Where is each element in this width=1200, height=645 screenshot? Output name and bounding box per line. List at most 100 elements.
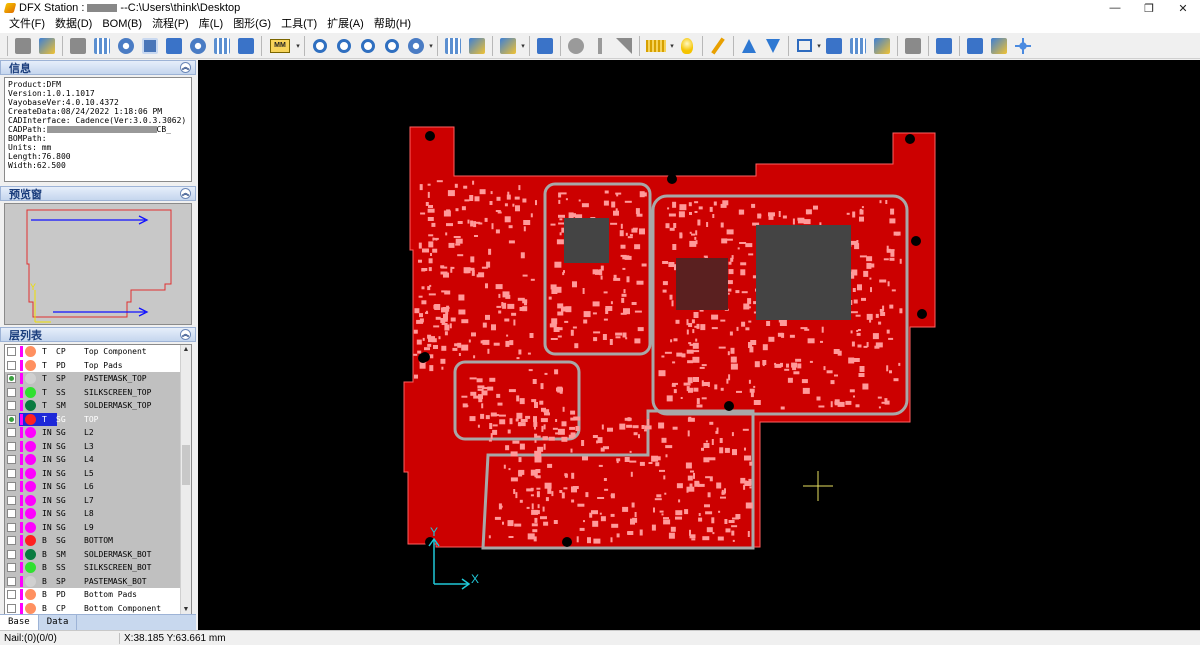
- menu-process[interactable]: 流程(P): [147, 16, 194, 33]
- layer-row[interactable]: B PD Bottom Pads: [5, 588, 181, 602]
- move-up-button[interactable]: [738, 35, 760, 57]
- layer-checkbox[interactable]: [7, 441, 16, 451]
- preview-window[interactable]: Y: [4, 203, 192, 325]
- layer-color-swatch[interactable]: [20, 548, 23, 560]
- table-button[interactable]: [211, 35, 233, 57]
- zoom-out-button[interactable]: [333, 35, 355, 57]
- layer-row[interactable]: B SM SOLDERMASK_BOT: [5, 547, 181, 561]
- wrench-button[interactable]: [902, 35, 924, 57]
- layer-view-button[interactable]: [497, 35, 519, 57]
- layer-checkbox[interactable]: [7, 468, 16, 478]
- part-move-button[interactable]: [823, 35, 845, 57]
- layer-color-swatch[interactable]: [20, 413, 23, 425]
- zoom-in-button[interactable]: [309, 35, 331, 57]
- layer-checkbox[interactable]: [7, 576, 16, 586]
- layer-checkbox[interactable]: [7, 549, 16, 559]
- layer-checkbox[interactable]: [7, 401, 16, 411]
- export-button[interactable]: [235, 35, 257, 57]
- menu-data[interactable]: 数据(D): [50, 16, 97, 33]
- pcb-view[interactable]: Y X: [198, 60, 1200, 630]
- zoom-fit-button[interactable]: [357, 35, 379, 57]
- layer-color-swatch[interactable]: [20, 346, 23, 358]
- layer-visibility-dot[interactable]: [25, 508, 36, 520]
- layers-panel-header[interactable]: 层列表 ︽: [0, 327, 196, 342]
- scroll-thumb[interactable]: [182, 445, 190, 485]
- layer-color-swatch[interactable]: [20, 427, 23, 439]
- menu-file[interactable]: 文件(F): [4, 16, 50, 33]
- crosshair-button[interactable]: [1012, 35, 1034, 57]
- open-file-button[interactable]: [36, 35, 58, 57]
- layer-view-dropdown[interactable]: ▾: [520, 42, 526, 50]
- close-button[interactable]: ✕: [1166, 0, 1200, 16]
- preview-panel-header[interactable]: 预览窗 ︽: [0, 186, 196, 201]
- layer-visibility-dot[interactable]: [25, 454, 36, 466]
- user-button[interactable]: [933, 35, 955, 57]
- unit-mm-button[interactable]: MM: [266, 35, 294, 57]
- layer-checkbox[interactable]: [7, 522, 16, 532]
- layer-checkbox[interactable]: [7, 428, 16, 438]
- layer-row[interactable]: IN SG L7: [5, 493, 181, 507]
- layer-visibility-dot[interactable]: [25, 386, 36, 398]
- info-panel-header[interactable]: 信息 ︽: [0, 60, 196, 75]
- layer-row[interactable]: IN SG L9: [5, 520, 181, 534]
- layer-visibility-dot[interactable]: [25, 359, 36, 371]
- layer-visibility-dot[interactable]: [25, 589, 36, 601]
- part-check-button[interactable]: [847, 35, 869, 57]
- layer-list-scrollbar[interactable]: ▲ ▼: [180, 345, 191, 615]
- corner-button[interactable]: [613, 35, 635, 57]
- layer-row[interactable]: T SM SOLDERMASK_TOP: [5, 399, 181, 413]
- layer-visibility-dot[interactable]: [25, 602, 36, 614]
- highlight-button[interactable]: [676, 35, 698, 57]
- layer-checkbox[interactable]: [7, 387, 16, 397]
- report-button[interactable]: [988, 35, 1010, 57]
- layer-checkbox[interactable]: [7, 360, 16, 370]
- rectangle-dropdown[interactable]: ▾: [816, 42, 822, 50]
- layer-row[interactable]: B CP Bottom Component: [5, 602, 181, 616]
- rotate-dropdown[interactable]: ▾: [428, 42, 434, 50]
- layer-list[interactable]: B CP Bottom Component B PD Bottom Pads B SP PAST…: [4, 344, 192, 616]
- layer-row[interactable]: IN SG L3: [5, 439, 181, 453]
- cube-button[interactable]: [964, 35, 986, 57]
- rotate-button[interactable]: [405, 35, 427, 57]
- layer-color-swatch[interactable]: [20, 521, 23, 533]
- layer-visibility-dot[interactable]: [25, 521, 36, 533]
- layer-color-swatch[interactable]: [20, 508, 23, 520]
- layer-visibility-dot[interactable]: [25, 535, 36, 547]
- layer-row[interactable]: B SS SILKSCREEN_BOT: [5, 561, 181, 575]
- menu-extend[interactable]: 扩展(A): [322, 16, 369, 33]
- circle-button[interactable]: [565, 35, 587, 57]
- layer-row[interactable]: IN SG L6: [5, 480, 181, 494]
- layer-checkbox[interactable]: [7, 590, 16, 600]
- layer-color-swatch[interactable]: [20, 440, 23, 452]
- layer-color-swatch[interactable]: [20, 494, 23, 506]
- layer-row[interactable]: IN SG L2: [5, 426, 181, 440]
- layer-row[interactable]: T PD Top Pads: [5, 359, 181, 373]
- layer-row[interactable]: IN SG L5: [5, 466, 181, 480]
- layer-row[interactable]: IN SG L8: [5, 507, 181, 521]
- layer-checkbox[interactable]: [7, 374, 16, 384]
- layer-row[interactable]: T CP Top Component: [5, 345, 181, 359]
- collapse-icon[interactable]: ︽: [180, 188, 191, 199]
- layer-color-swatch[interactable]: [20, 535, 23, 547]
- layer-color-swatch[interactable]: [20, 602, 23, 614]
- layer-checkbox[interactable]: [7, 495, 16, 505]
- globe-button[interactable]: [187, 35, 209, 57]
- measure-button[interactable]: [644, 35, 668, 57]
- layer-checkbox[interactable]: [7, 563, 16, 573]
- view-button[interactable]: [139, 35, 161, 57]
- layer-color-swatch[interactable]: [20, 400, 23, 412]
- measure-dropdown[interactable]: ▾: [669, 42, 675, 50]
- settings-button[interactable]: [115, 35, 137, 57]
- layer-color-swatch[interactable]: [20, 589, 23, 601]
- import-bom-button[interactable]: [91, 35, 113, 57]
- layer-row[interactable]: T SS SILKSCREEN_TOP: [5, 385, 181, 399]
- layer-row[interactable]: T SP PASTEMASK_TOP: [5, 372, 181, 386]
- layer-color-swatch[interactable]: [20, 359, 23, 371]
- layer-visibility-dot[interactable]: [25, 562, 36, 574]
- collapse-icon[interactable]: ︽: [180, 62, 191, 73]
- layer-checkbox[interactable]: [7, 347, 16, 357]
- zoom-window-button[interactable]: [381, 35, 403, 57]
- layer-color-swatch[interactable]: [20, 562, 23, 574]
- layer-checkbox[interactable]: [7, 603, 16, 613]
- move-down-button[interactable]: [762, 35, 784, 57]
